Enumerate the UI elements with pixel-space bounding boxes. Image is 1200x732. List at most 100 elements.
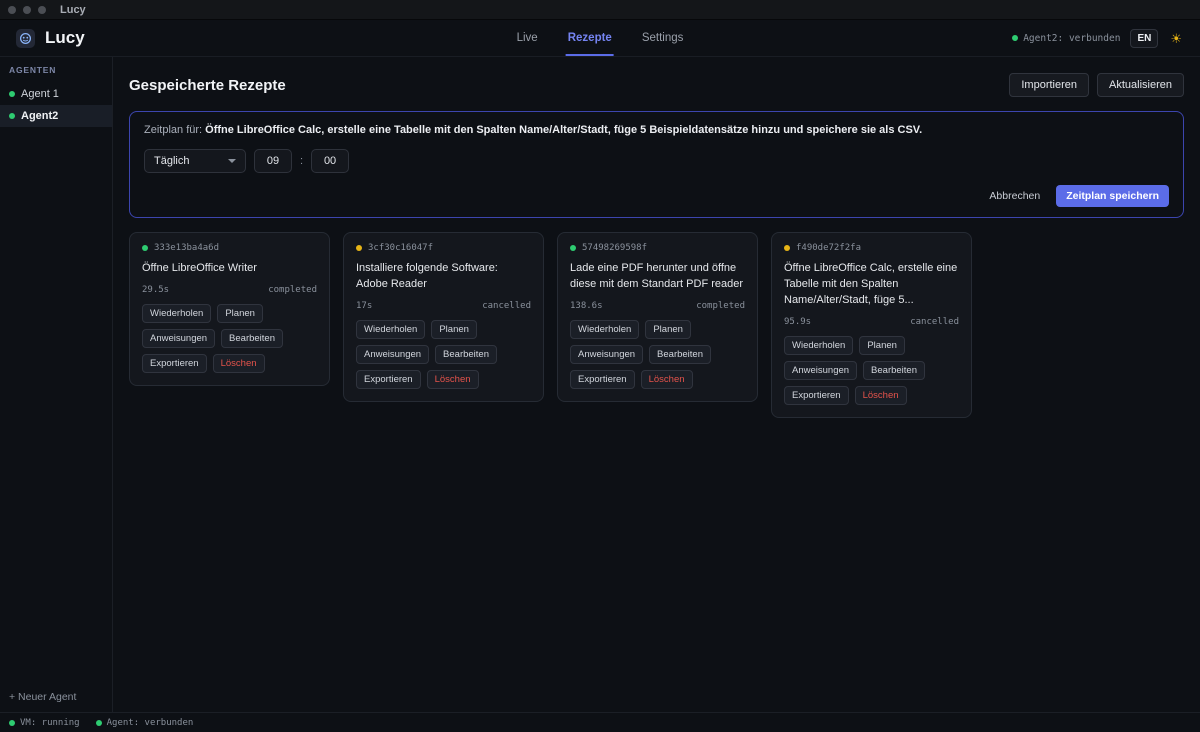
recipe-meta: 17s cancelled [356,301,531,311]
repeat-button[interactable]: Wiederholen [356,320,425,339]
language-toggle-button[interactable]: EN [1130,29,1158,48]
repeat-button[interactable]: Wiederholen [784,336,853,355]
main-content: Gespeicherte Rezepte Importieren Aktuali… [113,57,1200,712]
delete-button[interactable]: Löschen [427,370,479,389]
recipe-title: Installiere folgende Software: Adobe Rea… [356,261,531,293]
window-close-button[interactable] [8,6,16,14]
import-button[interactable]: Importieren [1009,73,1089,97]
recipe-duration: 95.9s [784,317,811,327]
tab-settings[interactable]: Settings [640,20,686,56]
recipe-meta: 29.5s completed [142,285,317,295]
edit-button[interactable]: Bearbeiten [221,329,283,348]
edit-button[interactable]: Bearbeiten [435,345,497,364]
instructions-button[interactable]: Anweisungen [784,361,857,380]
agent-connection-label: Agent2: verbunden [1023,33,1120,44]
save-schedule-button[interactable]: Zeitplan speichern [1056,185,1169,207]
recipe-id: 333e13ba4a6d [154,243,219,253]
recipe-id: 57498269598f [582,243,647,253]
instructions-button[interactable]: Anweisungen [570,345,643,364]
recipe-status-dot [356,245,362,251]
tab-live[interactable]: Live [515,20,540,56]
window-controls [8,6,46,14]
recipe-card-header: f490de72f2fa [784,243,959,253]
recipe-card: f490de72f2fa Öffne LibreOffice Calc, ers… [771,232,972,418]
recipe-meta: 138.6s completed [570,301,745,311]
agent-status-dot [96,720,102,726]
delete-button[interactable]: Löschen [641,370,693,389]
new-agent-button[interactable]: + Neuer Agent [0,685,112,712]
page-actions: Importieren Aktualisieren [1009,73,1184,97]
vm-status-dot [9,720,15,726]
main-header-row: Gespeicherte Rezepte Importieren Aktuali… [129,73,1184,97]
recipe-title: Öffne LibreOffice Calc, erstelle eine Ta… [784,261,959,309]
minute-input[interactable] [311,149,349,173]
frequency-select[interactable]: Täglich [144,149,246,173]
status-bar: VM: running Agent: verbunden [0,712,1200,732]
export-button[interactable]: Exportieren [356,370,421,389]
schedule-task-text: Öffne LibreOffice Calc, erstelle eine Ta… [205,124,922,136]
recipe-actions: Wiederholen Planen Anweisungen Bearbeite… [356,320,531,389]
agent-name: Agent 1 [21,88,59,100]
delete-button[interactable]: Löschen [213,354,265,373]
vm-status-label: VM: running [20,718,80,728]
sidebar-item-agent-2[interactable]: Agent2 [0,105,112,127]
export-button[interactable]: Exportieren [784,386,849,405]
window-maximize-button[interactable] [38,6,46,14]
recipe-card: 333e13ba4a6d Öffne LibreOffice Writer 29… [129,232,330,386]
main-nav: Live Rezepte Settings [515,20,686,56]
window-titlebar: Lucy [0,0,1200,20]
schedule-prefix: Zeitplan für: [144,124,205,136]
recipe-status: completed [268,285,317,295]
recipe-actions: Wiederholen Planen Anweisungen Bearbeite… [570,320,745,389]
edit-button[interactable]: Bearbeiten [863,361,925,380]
sidebar-item-agent-1[interactable]: Agent 1 [0,83,112,105]
chevron-down-icon [228,159,236,163]
sidebar-spacer [0,127,112,685]
sun-icon[interactable]: ☀ [1168,30,1184,47]
recipe-actions: Wiederholen Planen Anweisungen Bearbeite… [142,304,317,373]
app-logo-icon [16,29,35,48]
recipe-id: f490de72f2fa [796,243,861,253]
agent-status-label: Agent: verbunden [107,718,194,728]
recipe-card: 3cf30c16047f Installiere folgende Softwa… [343,232,544,402]
repeat-button[interactable]: Wiederholen [142,304,211,323]
export-button[interactable]: Exportieren [142,354,207,373]
refresh-button[interactable]: Aktualisieren [1097,73,1184,97]
plan-button[interactable]: Planen [217,304,263,323]
plan-button[interactable]: Planen [431,320,477,339]
recipe-status: completed [696,301,745,311]
app-body: AGENTEN Agent 1 Agent2 + Neuer Agent Ges… [0,57,1200,712]
schedule-panel: Zeitplan für: Öffne LibreOffice Calc, er… [129,111,1184,218]
instructions-button[interactable]: Anweisungen [142,329,215,348]
recipe-card-header: 333e13ba4a6d [142,243,317,253]
recipe-id: 3cf30c16047f [368,243,433,253]
app-name: Lucy [45,28,85,48]
edit-button[interactable]: Bearbeiten [649,345,711,364]
window-title: Lucy [60,4,86,16]
schedule-footer: Abbrechen Zeitplan speichern [144,185,1169,207]
recipe-duration: 138.6s [570,301,603,311]
agent-status: Agent: verbunden [96,718,194,728]
recipe-status-dot [784,245,790,251]
recipe-card-header: 57498269598f [570,243,745,253]
plan-button[interactable]: Planen [859,336,905,355]
page-title: Gespeicherte Rezepte [129,77,286,94]
tab-rezepte[interactable]: Rezepte [566,20,614,56]
delete-button[interactable]: Löschen [855,386,907,405]
window-minimize-button[interactable] [23,6,31,14]
schedule-description: Zeitplan für: Öffne LibreOffice Calc, er… [144,123,1169,138]
cancel-button[interactable]: Abbrechen [983,186,1046,206]
plan-button[interactable]: Planen [645,320,691,339]
vm-status: VM: running [9,718,80,728]
hour-input[interactable] [254,149,292,173]
recipe-card-list: 333e13ba4a6d Öffne LibreOffice Writer 29… [129,232,1184,418]
app-header: Lucy Live Rezepte Settings Agent2: verbu… [0,20,1200,57]
instructions-button[interactable]: Anweisungen [356,345,429,364]
export-button[interactable]: Exportieren [570,370,635,389]
repeat-button[interactable]: Wiederholen [570,320,639,339]
header-right: Agent2: verbunden EN ☀ [1012,29,1184,48]
recipe-title: Öffne LibreOffice Writer [142,261,317,277]
agent-connection-status: Agent2: verbunden [1012,33,1120,44]
recipe-title: Lade eine PDF herunter und öffne diese m… [570,261,745,293]
agent-status-dot [9,113,15,119]
